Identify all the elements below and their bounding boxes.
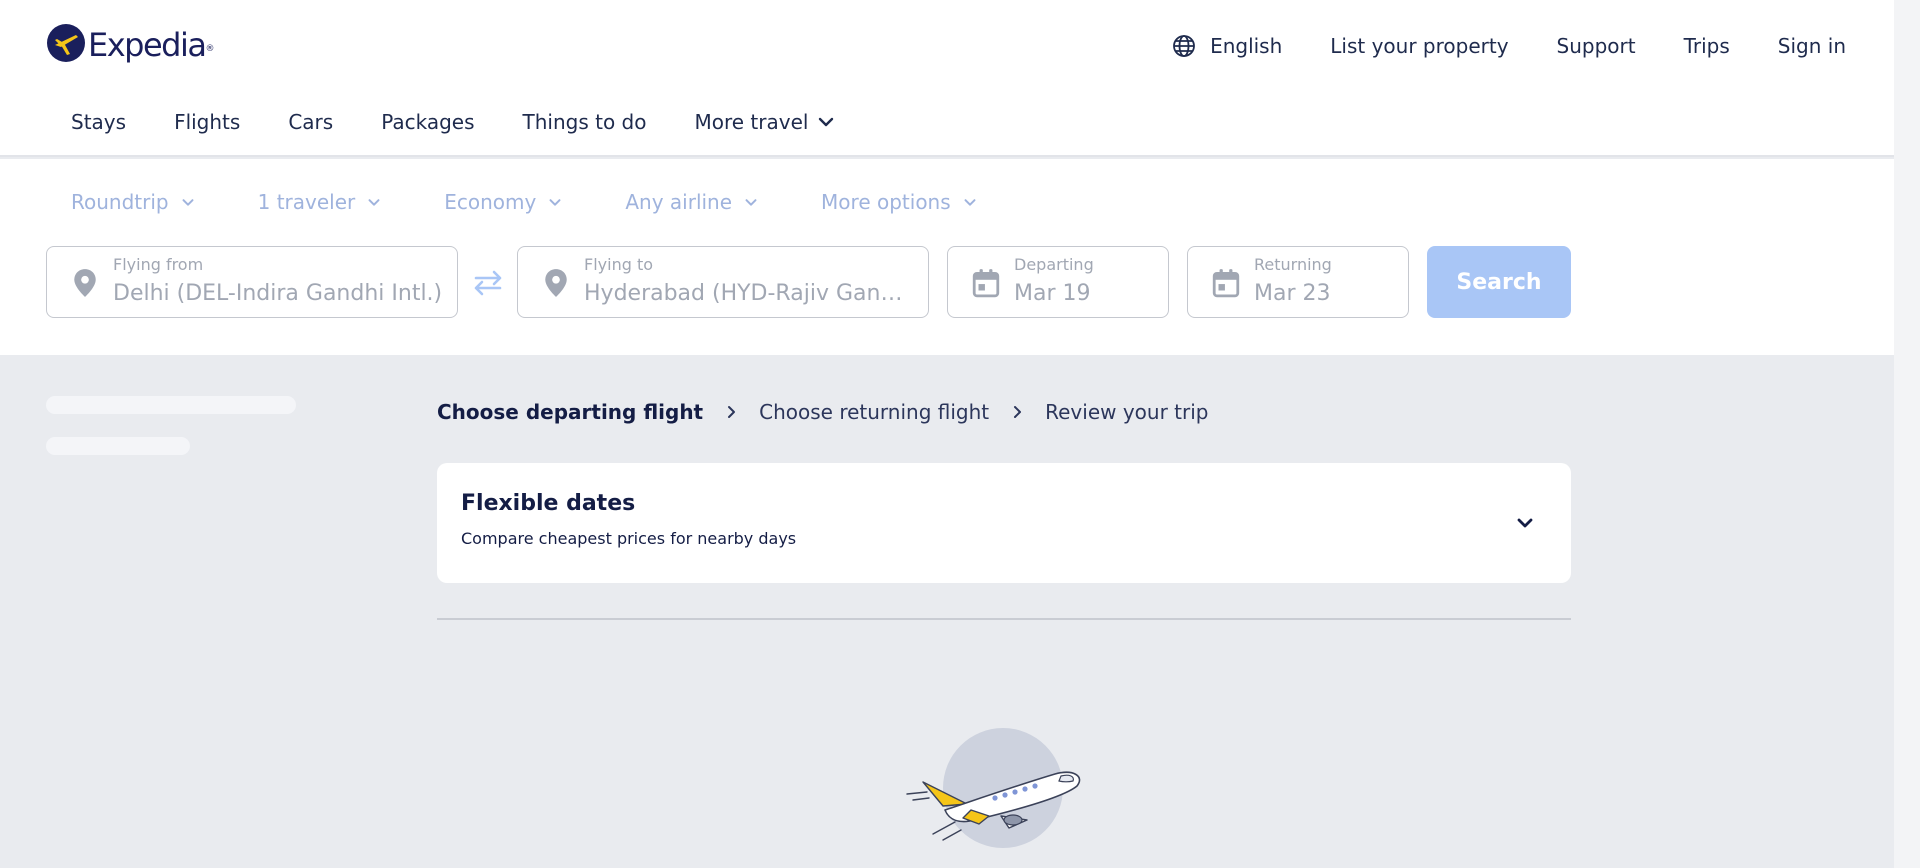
tab-packages[interactable]: Packages	[381, 110, 474, 134]
loading-skeleton-bar	[46, 437, 190, 455]
chevron-down-icon	[1517, 518, 1533, 528]
logo-wordmark: Expedia	[88, 26, 207, 64]
divider	[437, 618, 1571, 620]
breadcrumb-step-review: Review your trip	[1045, 400, 1209, 424]
calendar-icon	[972, 269, 1000, 298]
calendar-icon	[1212, 269, 1240, 298]
flying-from-label: Flying from	[113, 255, 204, 274]
sign-in-link[interactable]: Sign in	[1778, 34, 1846, 58]
chevron-down-icon	[964, 199, 976, 206]
tab-stays[interactable]: Stays	[71, 110, 126, 134]
language-selector[interactable]: English	[1172, 34, 1282, 58]
chevron-down-icon	[182, 199, 194, 206]
chevron-down-icon	[819, 117, 834, 127]
departing-label: Departing	[1014, 255, 1094, 274]
lob-tabs: Stays Flights Cars Packages Things to do…	[71, 110, 884, 134]
flying-to-label: Flying to	[584, 255, 654, 274]
chevron-down-icon	[549, 199, 561, 206]
airline-label: Any airline	[625, 190, 733, 214]
swap-icon[interactable]	[470, 269, 506, 297]
flexible-dates-title: Flexible dates	[461, 491, 636, 516]
returning-label: Returning	[1254, 255, 1332, 274]
breadcrumb-step-departing: Choose departing flight	[437, 400, 704, 424]
flying-to-value: Hyderabad (HYD-Rajiv Gandhi Intl.)	[584, 281, 910, 306]
tab-more-travel[interactable]: More travel	[694, 110, 836, 134]
top-nav: English List your property Support Trips…	[1172, 34, 1846, 58]
more-options-label: More options	[821, 190, 951, 214]
expedia-logo-icon	[47, 24, 85, 62]
expedia-logo[interactable]: Expedia ®	[46, 22, 214, 64]
chevron-right-icon	[1014, 406, 1022, 418]
booking-breadcrumb: Choose departing flight Choose returning…	[437, 400, 1208, 424]
returning-date-field[interactable]: Returning Mar 23	[1187, 246, 1409, 318]
chevron-right-icon	[728, 406, 736, 418]
more-options-dropdown[interactable]: More options	[821, 190, 979, 214]
flying-to-field[interactable]: Flying to Hyderabad (HYD-Rajiv Gandhi In…	[517, 246, 929, 318]
trip-type-dropdown[interactable]: Roundtrip	[71, 190, 197, 214]
tab-cars[interactable]: Cars	[288, 110, 333, 134]
trip-type-label: Roundtrip	[71, 190, 169, 214]
cabin-class-label: Economy	[444, 190, 537, 214]
list-property-link[interactable]: List your property	[1330, 34, 1508, 58]
airline-dropdown[interactable]: Any airline	[625, 190, 760, 214]
more-travel-label: More travel	[694, 110, 809, 134]
loading-skeleton-bar	[46, 396, 296, 414]
page-scrollbar[interactable]	[1894, 0, 1920, 868]
flexible-dates-card[interactable]: Flexible dates Compare cheapest prices f…	[437, 463, 1571, 583]
search-button[interactable]: Search	[1427, 246, 1571, 318]
airplane-illustration	[906, 728, 1081, 848]
flying-from-value: Delhi (DEL-Indira Gandhi Intl.)	[113, 281, 443, 306]
cabin-class-dropdown[interactable]: Economy	[444, 190, 564, 214]
returning-value: Mar 23	[1254, 281, 1331, 306]
flight-search-panel: Roundtrip 1 traveler Economy Any airline…	[0, 159, 1894, 355]
departing-value: Mar 19	[1014, 281, 1091, 306]
departing-date-field[interactable]: Departing Mar 19	[947, 246, 1169, 318]
breadcrumb-step-returning: Choose returning flight	[759, 400, 990, 424]
flexible-dates-subtitle: Compare cheapest prices for nearby days	[461, 529, 797, 548]
location-pin-icon	[545, 269, 567, 297]
logo-trademark: ®	[205, 44, 215, 54]
flying-from-field[interactable]: Flying from Delhi (DEL-Indira Gandhi Int…	[46, 246, 458, 318]
tab-things-to-do[interactable]: Things to do	[523, 110, 647, 134]
chevron-down-icon	[745, 199, 757, 206]
travelers-dropdown[interactable]: 1 traveler	[258, 190, 384, 214]
support-link[interactable]: Support	[1557, 34, 1636, 58]
location-pin-icon	[74, 269, 96, 297]
globe-icon	[1173, 35, 1195, 57]
search-filters: Roundtrip 1 traveler Economy Any airline…	[71, 190, 979, 214]
language-label: English	[1210, 34, 1283, 58]
site-header: Expedia ® English List your property Sup…	[0, 0, 1894, 157]
chevron-down-icon	[368, 199, 380, 206]
trips-link[interactable]: Trips	[1684, 34, 1730, 58]
tab-flights[interactable]: Flights	[174, 110, 240, 134]
travelers-label: 1 traveler	[257, 190, 356, 214]
page: Expedia ® English List your property Sup…	[0, 0, 1894, 868]
